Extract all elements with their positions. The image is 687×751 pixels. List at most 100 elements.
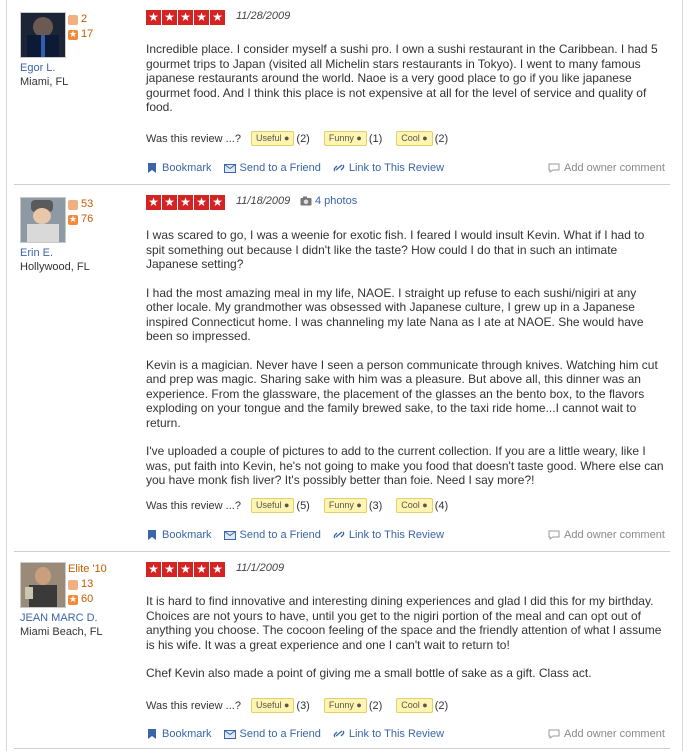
photos-link[interactable]: 4 photos (300, 195, 357, 207)
add-owner-comment-link[interactable]: Add owner comment (548, 728, 665, 740)
bookmark-link[interactable]: Bookmark (146, 529, 212, 541)
send-to-friend-link[interactable]: Send to a Friend (223, 529, 321, 541)
review-text: Incredible place. I consider myself a su… (146, 42, 666, 129)
send-to-friend-link[interactable]: Send to a Friend (223, 728, 321, 740)
review-actions: Bookmark Send to a Friend Link to This R… (146, 728, 456, 740)
review-count-icon (68, 27, 78, 42)
reviewer-name[interactable]: Erin E. (20, 247, 130, 259)
review-count-icon (68, 592, 78, 607)
funny-button[interactable]: Funny ● (323, 498, 367, 513)
star-icon: ★ (194, 195, 209, 210)
review-divider (14, 748, 670, 749)
reviewer-info: 2 17 Egor L. Miami, FL (20, 12, 130, 88)
add-owner-comment-link[interactable]: Add owner comment (548, 162, 665, 174)
review-count: 76 (81, 213, 94, 225)
review-actions: Bookmark Send to a Friend Link to This R… (146, 529, 456, 541)
elite-badge: Elite '10 (68, 563, 107, 575)
review-feedback: Was this review ...? Useful ● (3) Funny ●… (146, 698, 448, 713)
comment-icon (548, 729, 560, 739)
review-paragraph: Kevin is a magician. Never have I seen a… (146, 357, 658, 430)
send-to-friend-link[interactable]: Send to a Friend (223, 162, 321, 174)
review-paragraph: I've uploaded a couple of pictures to ad… (146, 444, 664, 487)
star-icon: ★ (146, 562, 161, 577)
funny-button[interactable]: Funny ● (323, 131, 367, 146)
link-icon (333, 164, 345, 172)
funny-count: (3) (368, 499, 383, 512)
reviewer-name[interactable]: JEAN MARC D. (20, 612, 130, 624)
review-text: I was scared to go, I was a weenie for e… (146, 228, 666, 502)
envelope-icon (223, 730, 236, 739)
useful-button[interactable]: Useful ● (250, 498, 295, 513)
cool-count: (4) (434, 499, 449, 512)
funny-count: (2) (368, 699, 383, 712)
star-icon: ★ (210, 195, 225, 210)
useful-count: (2) (296, 132, 310, 145)
reviewer-location: Miami Beach, FL (20, 626, 103, 638)
cool-button[interactable]: Cool ● (396, 698, 433, 713)
friends-icon (68, 14, 78, 25)
avatar[interactable] (20, 562, 66, 608)
comment-icon (548, 163, 560, 173)
link-to-review-link[interactable]: Link to This Review (333, 728, 444, 740)
star-rating: ★ ★ ★ ★ ★ (146, 195, 225, 210)
bookmark-icon (148, 163, 156, 173)
review-count: 60 (81, 593, 94, 605)
star-icon: ★ (178, 562, 193, 577)
review-date: 11/18/2009 (236, 195, 291, 207)
bookmark-link[interactable]: Bookmark (146, 162, 212, 174)
avatar[interactable] (20, 197, 66, 243)
star-icon: ★ (194, 562, 209, 577)
reviewer-stats: Elite '10 13 60 (68, 562, 107, 607)
reviewer-location: Miami, FL (20, 76, 69, 88)
star-icon: ★ (210, 562, 225, 577)
reviewer-location: Hollywood, FL (20, 261, 90, 273)
link-to-review-link[interactable]: Link to This Review (333, 529, 444, 541)
reviewer-stats: 53 76 (68, 197, 93, 227)
cool-button[interactable]: Cool ● (396, 498, 433, 513)
useful-count: (3) (296, 699, 310, 712)
was-this-review-label: Was this review ...? (146, 499, 241, 512)
was-this-review-label: Was this review ...? (146, 699, 241, 712)
review-paragraph: It is hard to find innovative and intere… (146, 594, 662, 652)
bookmark-link[interactable]: Bookmark (146, 728, 212, 740)
review-paragraph: I was scared to go, I was a weenie for e… (146, 228, 645, 271)
funny-button[interactable]: Funny ● (323, 698, 367, 713)
review-paragraph: Chef Kevin also made a point of giving m… (146, 666, 592, 680)
review-feedback: Was this review ...? Useful ● (2) Funny ●… (146, 131, 448, 146)
star-icon: ★ (178, 195, 193, 210)
useful-button[interactable]: Useful ● (250, 698, 295, 713)
was-this-review-label: Was this review ...? (146, 132, 241, 145)
link-to-review-link[interactable]: Link to This Review (333, 162, 444, 174)
review-item: Elite '10 13 60 JEAN MARC D. Miami Beach… (0, 552, 687, 751)
star-icon: ★ (194, 10, 209, 25)
funny-count: (1) (368, 132, 383, 145)
cool-button[interactable]: Cool ● (396, 131, 433, 146)
star-icon: ★ (210, 10, 225, 25)
add-owner-comment-link[interactable]: Add owner comment (548, 529, 665, 541)
reviewer-name[interactable]: Egor L. (20, 62, 130, 74)
review-item: 2 17 Egor L. Miami, FL ★★★★★ 11/28/2009 … (0, 0, 687, 183)
review-item: 53 76 Erin E. Hollywood, FL ★★★★★ 11/18/… (0, 185, 687, 550)
review-feedback: Was this review ...? Useful ● (5) Funny ●… (146, 498, 448, 513)
friend-count: 53 (81, 198, 94, 210)
star-icon: ★ (162, 562, 177, 577)
review-date: 11/1/2009 (236, 562, 285, 574)
star-icon: ★ (146, 195, 161, 210)
star-rating: ★ ★ ★ ★ ★ (146, 10, 225, 25)
friends-icon (68, 579, 78, 590)
envelope-icon (223, 531, 236, 540)
review-count: 17 (81, 28, 94, 40)
review-paragraph: Incredible place. I consider myself a su… (146, 42, 658, 114)
friends-icon (68, 199, 78, 210)
star-icon: ★ (178, 10, 193, 25)
review-text: It is hard to find innovative and intere… (146, 594, 666, 695)
useful-button[interactable]: Useful ● (250, 131, 295, 146)
review-actions: Bookmark Send to a Friend Link to This R… (146, 162, 456, 174)
avatar[interactable] (20, 12, 66, 58)
camera-icon (300, 196, 312, 206)
star-icon: ★ (162, 195, 177, 210)
link-icon (333, 531, 345, 539)
envelope-icon (223, 164, 236, 173)
link-icon (333, 730, 345, 738)
reviewer-info: Elite '10 13 60 JEAN MARC D. Miami Beach… (20, 562, 130, 638)
